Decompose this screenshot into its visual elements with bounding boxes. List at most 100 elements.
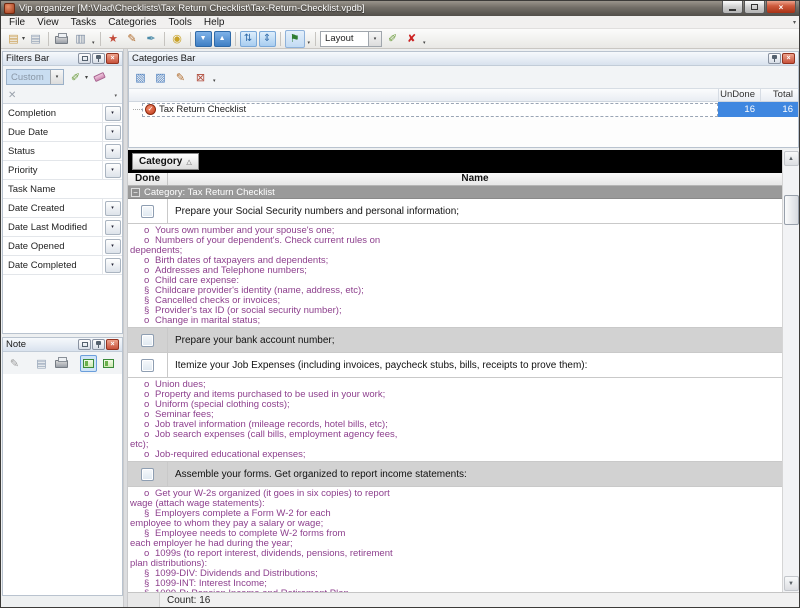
filter-dropdown-icon[interactable]: ▾ <box>105 163 121 178</box>
scroll-down-icon[interactable]: ▼ <box>784 576 799 591</box>
print-preview-icon[interactable]: ▥ <box>72 30 89 47</box>
task-checkbox[interactable] <box>141 359 154 372</box>
layout-combo-value: Layout <box>325 33 368 44</box>
view-preview-mode-icon[interactable] <box>100 355 117 372</box>
collapse-group-icon[interactable]: − <box>131 188 140 197</box>
assign-task-icon[interactable]: ✒ <box>143 30 160 47</box>
filter-dropdown-icon[interactable]: ▾ <box>105 239 121 254</box>
filters-overflow-icon[interactable]: ▾ <box>114 93 117 99</box>
note-bullet: o <box>128 316 155 326</box>
apply-filter-icon[interactable]: ✐ <box>67 69 84 86</box>
print-icon[interactable] <box>53 30 70 47</box>
category-item[interactable]: ✓ Tax Return Checklist <box>142 103 718 117</box>
undone-column-header[interactable]: UnDone <box>718 89 760 101</box>
restore-panel-button[interactable] <box>78 53 91 64</box>
filter-dropdown-icon[interactable]: ▾ <box>105 144 121 159</box>
combo-dropdown-icon[interactable]: ▾ <box>50 70 63 84</box>
done-column-header[interactable]: Done <box>128 173 168 185</box>
collapse-all-icon[interactable]: ⇕ <box>259 31 276 47</box>
filter-row-status: Status▾ <box>3 142 122 161</box>
task-row[interactable]: Prepare your Social Security numbers and… <box>128 199 782 224</box>
task-row[interactable]: Itemize your Job Expenses (including inv… <box>128 353 782 378</box>
task-checkbox[interactable] <box>141 205 154 218</box>
edit-note-icon[interactable]: ✎ <box>6 355 23 372</box>
hide-completed-icon[interactable]: ◉ <box>169 30 186 47</box>
combo-dropdown-icon[interactable]: ▾ <box>368 32 381 46</box>
category-group-row[interactable]: −Category: Tax Return Checklist <box>128 186 782 199</box>
pin-panel-button[interactable] <box>92 53 105 64</box>
filter-preset-combo[interactable]: Custom▾ <box>6 69 64 85</box>
maximize-button[interactable] <box>744 1 765 14</box>
menu-tasks[interactable]: Tasks <box>65 17 103 28</box>
scrollbar-track[interactable] <box>784 167 799 576</box>
pin-panel-button[interactable] <box>768 53 781 64</box>
task-name[interactable]: Prepare your Social Security numbers and… <box>168 206 782 217</box>
note-content[interactable] <box>3 374 122 595</box>
menu-file[interactable]: File <box>3 17 31 28</box>
flag-overflow-icon[interactable]: ▾ <box>308 32 311 46</box>
filter-dropdown-icon[interactable]: ▾ <box>105 201 121 216</box>
new-task-icon[interactable]: ★ <box>105 30 122 47</box>
group-by-category-chip[interactable]: Category △ <box>132 153 199 170</box>
print-note-icon[interactable] <box>53 355 70 372</box>
delete-layout-icon[interactable]: ✘ <box>403 30 420 47</box>
new-note-dropdown-icon[interactable]: ▾ <box>22 35 25 42</box>
customize-layout-icon[interactable]: ✐ <box>384 30 401 47</box>
task-row[interactable]: Prepare your bank account number; <box>128 328 782 353</box>
task-name[interactable]: Itemize your Job Expenses (including inv… <box>168 360 782 371</box>
flag-filter-icon[interactable]: ⚑ <box>285 30 305 48</box>
menu-bar: FileViewTasksCategoriesToolsHelp ▾ <box>1 16 799 29</box>
menu-view[interactable]: View <box>31 17 65 28</box>
categories-toolbar-overflow-icon[interactable]: ▾ <box>213 70 216 84</box>
menu-categories[interactable]: Categories <box>102 17 162 28</box>
add-subcategory-icon[interactable]: ▨ <box>152 69 169 86</box>
note-text: 1099-INT: Interest Income; <box>155 579 782 589</box>
total-column-header[interactable]: Total <box>760 89 798 101</box>
save-note-icon[interactable]: ▤ <box>27 30 44 47</box>
apply-filter-dropdown-icon[interactable]: ▾ <box>85 74 88 81</box>
add-category-icon[interactable]: ▧ <box>132 69 149 86</box>
pin-panel-button[interactable] <box>92 339 105 350</box>
filter-dropdown-icon[interactable]: ▾ <box>105 106 121 121</box>
menu-help[interactable]: Help <box>198 17 231 28</box>
scroll-up-icon[interactable]: ▲ <box>784 151 799 166</box>
new-note-icon[interactable]: ▤ <box>5 30 22 47</box>
filter-dropdown-icon[interactable]: ▾ <box>105 125 121 140</box>
name-column-header[interactable]: Name <box>168 173 782 185</box>
task-row[interactable]: Assemble your forms. Get organized to re… <box>128 462 782 487</box>
restore-panel-button[interactable] <box>78 339 91 350</box>
expand-all-icon[interactable]: ⇅ <box>240 31 257 47</box>
layout-combo[interactable]: Layout▾ <box>320 31 382 47</box>
close-panel-button[interactable]: × <box>782 53 795 64</box>
filter-dropdown-icon[interactable]: ▾ <box>105 220 121 235</box>
edit-category-icon[interactable]: ✎ <box>172 69 189 86</box>
move-up-icon[interactable]: ▲ <box>214 31 231 47</box>
filter-label: Status <box>3 146 102 157</box>
note-bullet: o <box>128 549 155 559</box>
layout-overflow-icon[interactable]: ▾ <box>423 32 426 46</box>
menubar-overflow-icon[interactable]: ▾ <box>793 19 796 26</box>
move-down-icon[interactable]: ▼ <box>195 31 212 47</box>
print-group-overflow-icon[interactable]: ▾ <box>92 32 95 46</box>
category-tree-row[interactable]: ✓ Tax Return Checklist 16 16 <box>129 102 798 117</box>
vertical-scrollbar[interactable]: ▲ ▼ <box>782 150 799 592</box>
note-line: §Employers complete a Form W-2 for each <box>128 509 782 519</box>
remove-filter-icon[interactable]: ✕ <box>8 90 16 101</box>
task-notes: oUnion dues;oProperty and items purchase… <box>128 378 782 462</box>
menu-tools[interactable]: Tools <box>163 17 198 28</box>
task-checkbox[interactable] <box>141 334 154 347</box>
filter-dropdown-icon[interactable]: ▾ <box>105 258 121 273</box>
task-name[interactable]: Prepare your bank account number; <box>168 335 782 346</box>
scrollbar-thumb[interactable] <box>784 195 799 225</box>
task-name[interactable]: Assemble your forms. Get organized to re… <box>168 469 782 480</box>
edit-task-icon[interactable]: ✎ <box>124 30 141 47</box>
close-panel-button[interactable]: × <box>106 53 119 64</box>
close-panel-button[interactable]: × <box>106 339 119 350</box>
minimize-button[interactable] <box>722 1 743 14</box>
clear-filter-icon[interactable] <box>91 69 108 86</box>
view-edit-mode-icon[interactable] <box>80 355 97 372</box>
delete-category-icon[interactable]: ⊠ <box>192 69 209 86</box>
task-checkbox[interactable] <box>141 468 154 481</box>
lookup-note-icon[interactable]: ▤ <box>33 355 50 372</box>
close-button[interactable]: × <box>766 1 796 14</box>
